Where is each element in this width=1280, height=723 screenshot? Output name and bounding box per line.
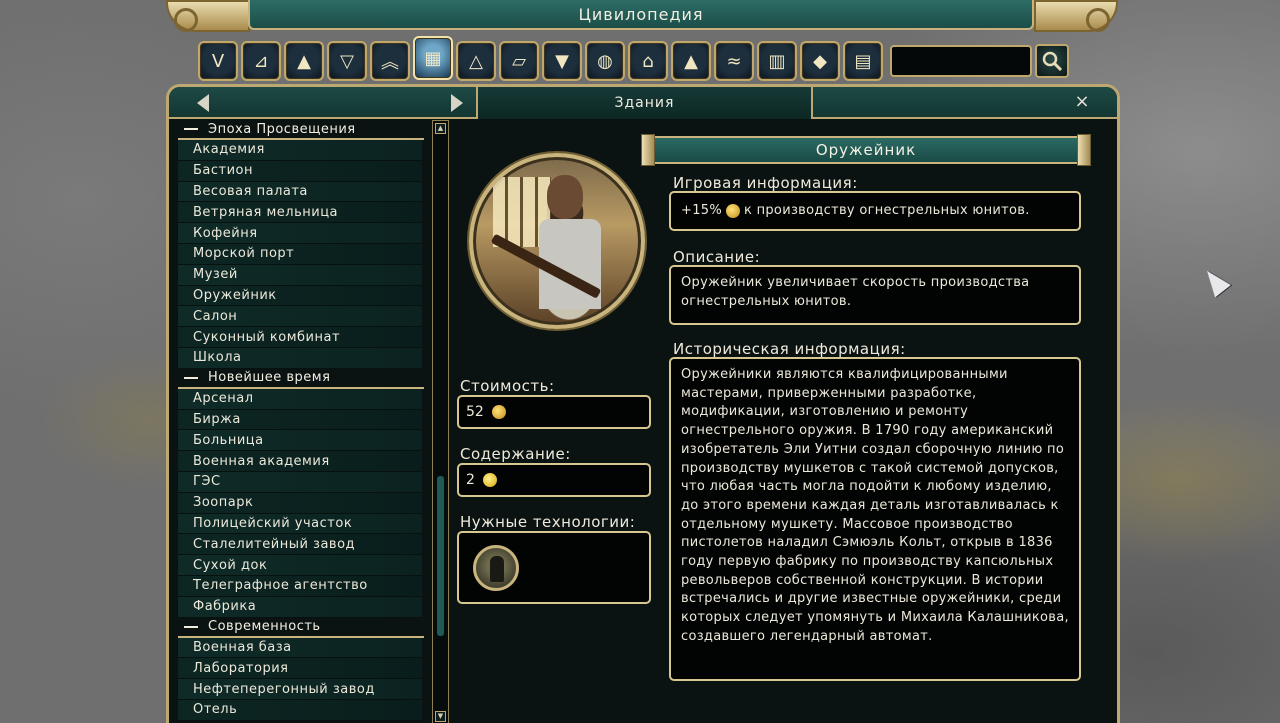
close-button[interactable]: ×	[1071, 91, 1093, 113]
upkeep-value: 2	[466, 472, 475, 488]
description-label: Описание:	[673, 248, 761, 266]
category-chevrons-icon[interactable]: ︽	[370, 41, 410, 81]
list-item[interactable]: Биржа	[178, 409, 422, 431]
building-name-banner: Оружейник	[641, 134, 1091, 166]
production-icon	[726, 204, 740, 218]
list-item[interactable]: Полицейский участок	[178, 513, 422, 535]
scroll-up-icon[interactable]: ▲	[435, 123, 446, 134]
civilopedia-panel: Здания × Эпоха Просвещения Академия Баст…	[166, 84, 1120, 723]
forward-arrow-icon[interactable]	[451, 94, 463, 112]
scroll-down-icon[interactable]: ▼	[435, 711, 446, 722]
list-item[interactable]: Зоопарк	[178, 492, 422, 514]
cost-value: 52	[466, 404, 484, 420]
cost-label: Стоимость:	[460, 377, 555, 395]
section-title: Здания	[476, 87, 813, 119]
list-item[interactable]: Салон	[178, 306, 422, 328]
gold-icon	[482, 473, 497, 487]
category-document-icon[interactable]: ▤	[843, 41, 883, 81]
list-item[interactable]: Весовая палата	[178, 181, 422, 203]
collapse-icon	[184, 128, 198, 130]
category-v-emblem-icon[interactable]: V	[198, 41, 238, 81]
back-arrow-icon[interactable]	[197, 94, 209, 112]
game-info-box: +15% к производству огнестрельных юнитов…	[669, 191, 1081, 231]
list-item[interactable]: Ветряная мельница	[178, 202, 422, 224]
production-icon	[491, 405, 506, 419]
category-compass-icon[interactable]: ⊿	[241, 41, 281, 81]
history-label: Историческая информация:	[673, 340, 906, 358]
list-item[interactable]: Лаборатория	[178, 658, 422, 680]
list-item[interactable]: Военная академия	[178, 451, 422, 472]
list-item[interactable]: Отель	[178, 699, 422, 721]
list-item[interactable]: Фабрика	[178, 596, 422, 618]
category-drop-icon[interactable]: ◆	[800, 41, 840, 81]
description-text: Оружейник увеличивает скорость производс…	[669, 265, 1081, 325]
category-capitol-icon[interactable]: ⌂	[628, 41, 668, 81]
collapse-icon	[184, 625, 198, 628]
category-handshake-icon[interactable]: ≈	[714, 41, 754, 81]
list-item[interactable]: Телеграфное агентство	[178, 575, 422, 597]
title-scroll-ornament-right	[1034, 0, 1118, 32]
title-scroll-ornament-left	[166, 0, 250, 32]
window-title: Цивилопедия	[248, 0, 1034, 30]
list-item[interactable]: Оружейник	[178, 285, 422, 307]
upkeep-label: Содержание:	[460, 445, 571, 463]
category-triangle-emblem-icon[interactable]: ▼	[542, 41, 582, 81]
category-scroll-map-icon[interactable]: ▱	[499, 41, 539, 81]
search-button[interactable]	[1035, 44, 1069, 78]
list-scrollbar[interactable]: ▲ ▼	[432, 120, 449, 723]
search-icon	[1042, 51, 1063, 72]
list-item[interactable]: Морской порт	[178, 243, 422, 265]
history-text: Оружейники являются квалифицированными м…	[669, 357, 1081, 681]
game-info-label: Игровая информация:	[673, 174, 858, 192]
category-shield-icon[interactable]: ▽	[327, 41, 367, 81]
building-portrait-image	[469, 153, 645, 329]
list-item[interactable]: Больница	[178, 430, 422, 452]
building-name: Оружейник	[815, 141, 917, 159]
upkeep-box: 2	[457, 463, 651, 497]
list-item[interactable]: Сухой док	[178, 555, 422, 576]
list-item[interactable]: Нефтеперегонный завод	[178, 679, 422, 700]
category-toolbar: V ⊿ ▲ ▽ ︽ ▦ △ ▱ ▼ ◍ ⌂ ▲ ≈ ▥ ◆ ▤	[198, 36, 1069, 84]
list-item[interactable]: Кофейня	[178, 223, 422, 244]
list-item[interactable]: ГЭС	[178, 471, 422, 493]
list-item[interactable]: Военная база	[178, 637, 422, 659]
tech-label: Нужные технологии:	[460, 513, 636, 531]
building-list: Эпоха Просвещения Академия Бастион Весов…	[178, 120, 426, 723]
list-item[interactable]: Школа	[178, 347, 422, 369]
category-pyramid-icon[interactable]: △	[456, 41, 496, 81]
navigation-bar: Здания ×	[169, 87, 1117, 119]
cost-box: 52	[457, 395, 651, 429]
list-item[interactable]: Сталелитейный завод	[178, 534, 422, 556]
category-mountain-icon[interactable]: ▲	[284, 41, 324, 81]
game-info-prefix: +15%	[681, 202, 722, 218]
game-info-suffix: к производству огнестрельных юнитов.	[744, 202, 1030, 218]
required-tech-icon[interactable]	[473, 545, 519, 591]
era-header[interactable]: Эпоха Просвещения	[178, 120, 424, 140]
category-factory-icon[interactable]: ▥	[757, 41, 797, 81]
list-item[interactable]: Суконный комбинат	[178, 327, 422, 348]
mouse-cursor-icon	[1199, 264, 1231, 298]
scrollbar-thumb[interactable]	[437, 476, 444, 636]
collapse-icon	[184, 376, 198, 379]
list-item[interactable]: Бастион	[178, 160, 422, 182]
category-building-icon[interactable]: ▦	[413, 36, 453, 80]
category-city-icon[interactable]: ▲	[671, 41, 711, 81]
era-header[interactable]: Современность	[178, 618, 424, 638]
list-item[interactable]: Музей	[178, 264, 422, 286]
search-input[interactable]	[890, 45, 1032, 77]
list-item[interactable]: Академия	[178, 140, 422, 161]
era-header[interactable]: Новейшее время	[178, 369, 424, 389]
category-globe-leaves-icon[interactable]: ◍	[585, 41, 625, 81]
list-item[interactable]: Арсенал	[178, 388, 422, 410]
